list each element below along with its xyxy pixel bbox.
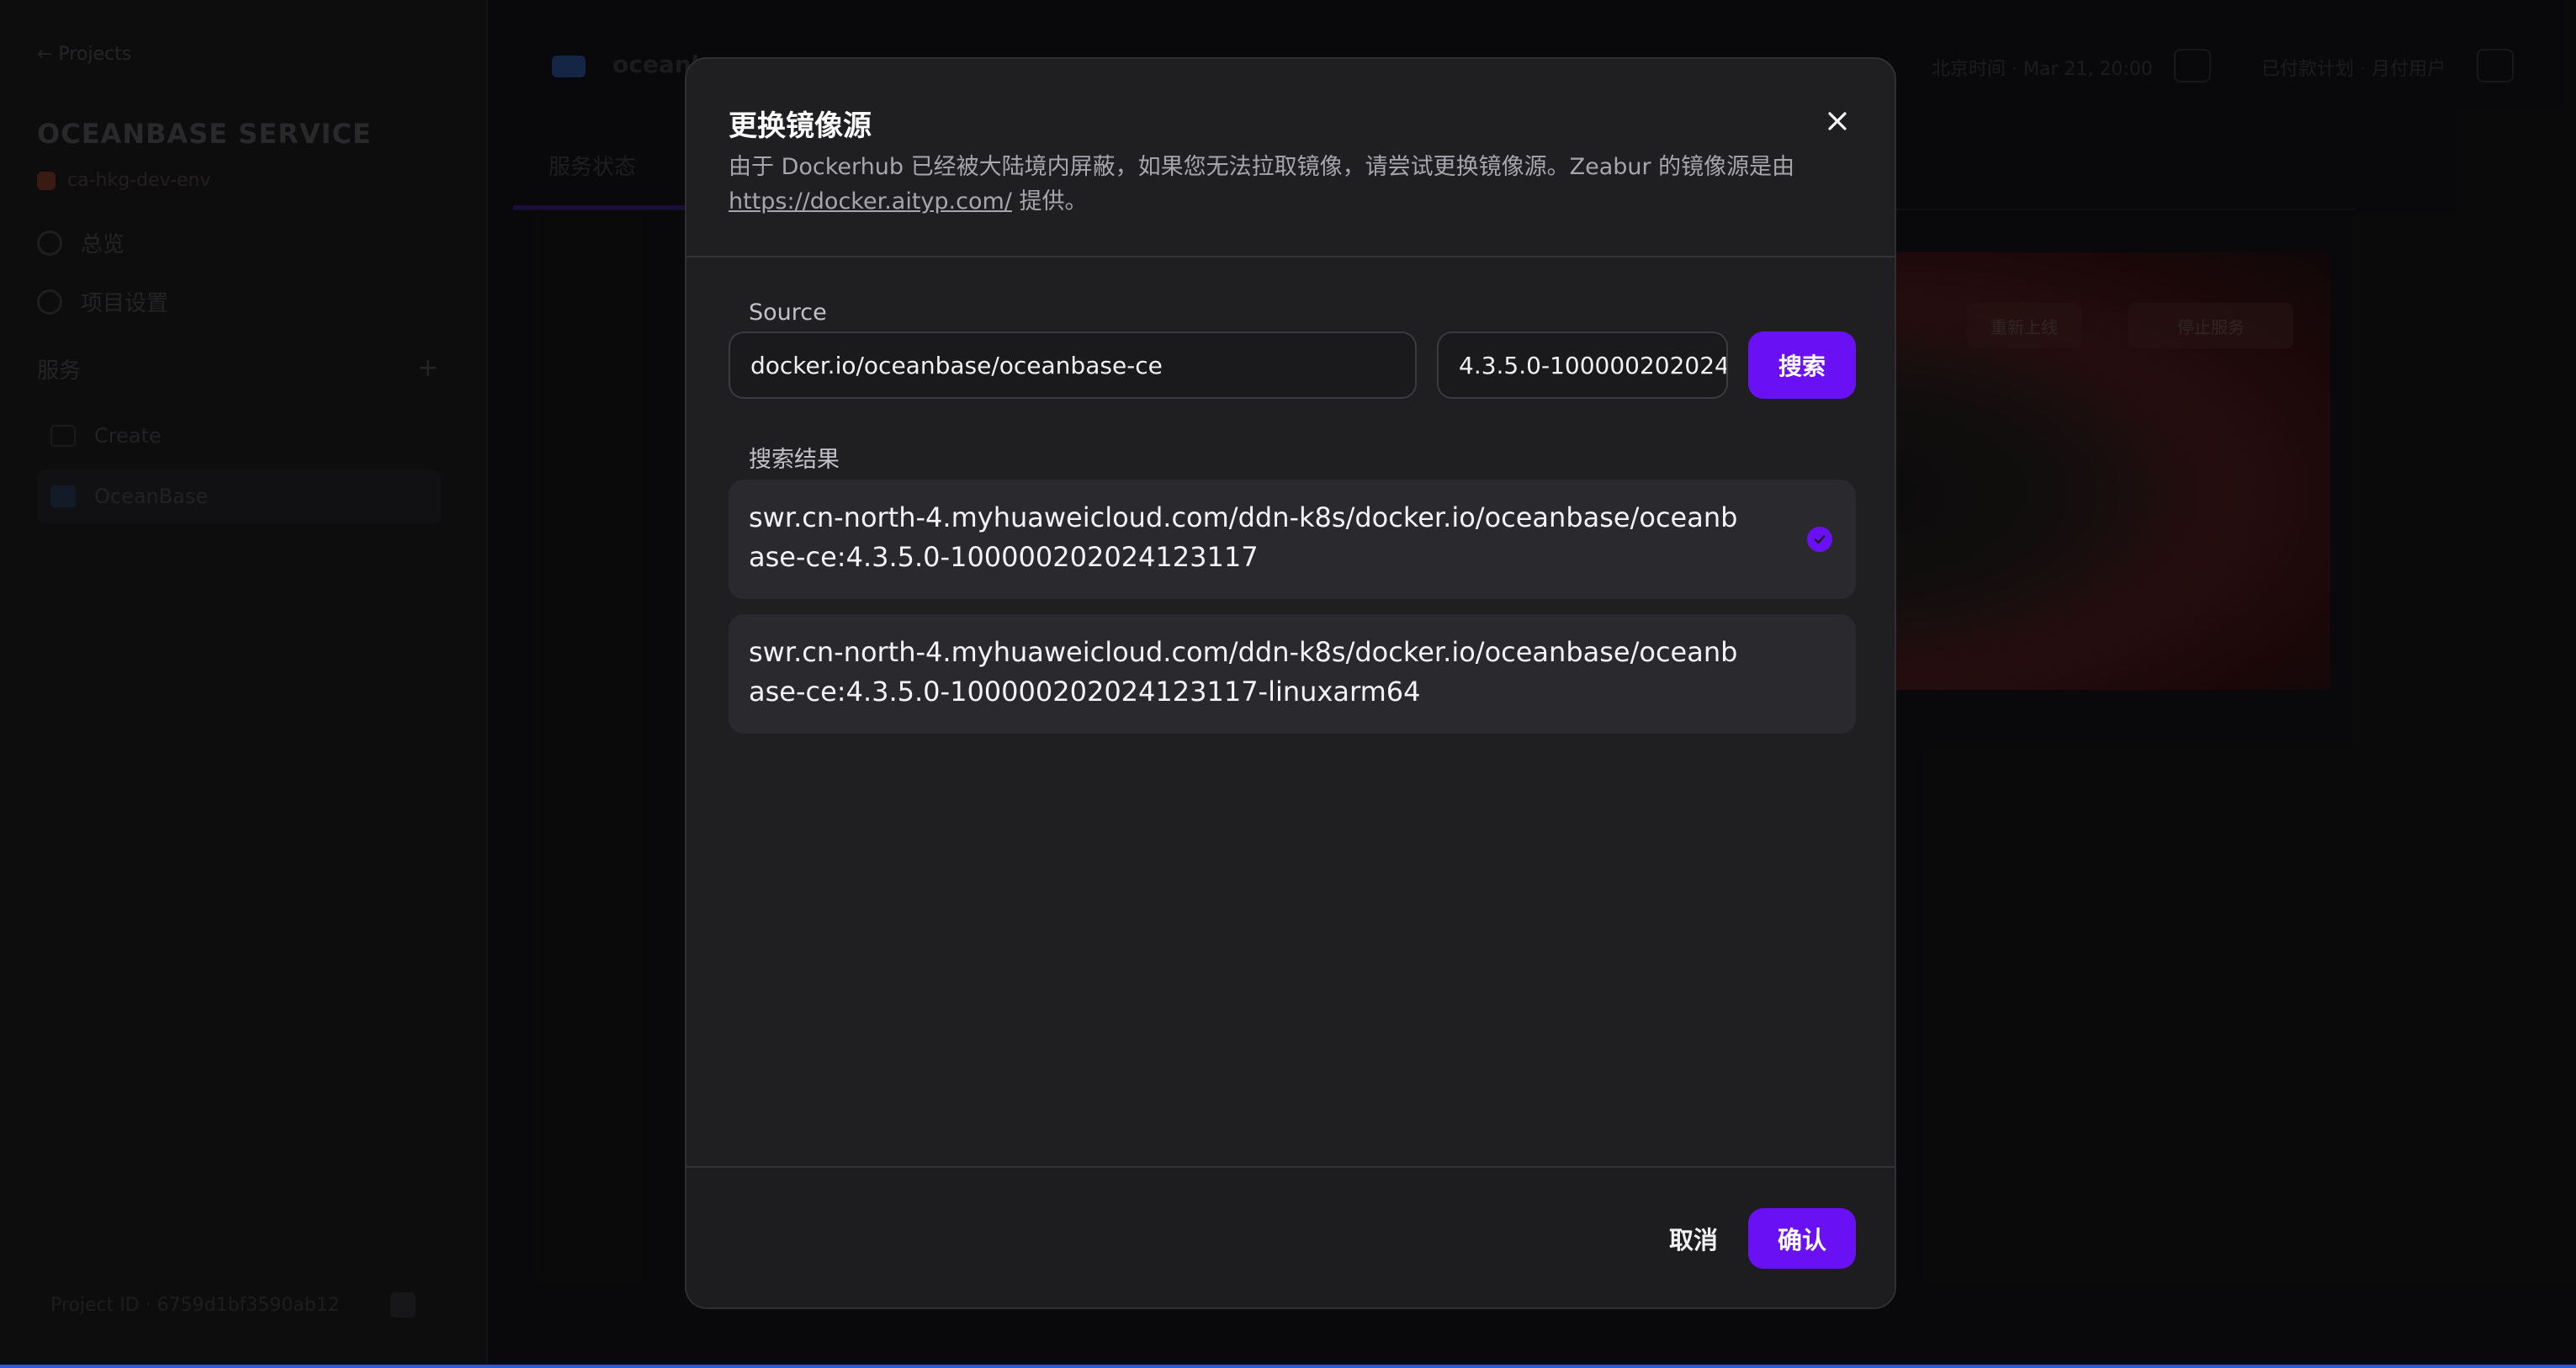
dialog-header: 更换镜像源 由于 Dockerhub 已经被大陆境内屏蔽，如果您无法拉取镜像，请… — [686, 59, 1895, 257]
window-bottom-border — [0, 1365, 2576, 1368]
change-mirror-dialog: 更换镜像源 由于 Dockerhub 已经被大陆境内屏蔽，如果您无法拉取镜像，请… — [685, 57, 1896, 1309]
description-suffix: 提供。 — [1011, 188, 1088, 215]
source-input[interactable]: docker.io/oceanbase/oceanbase-ce — [729, 331, 1417, 399]
close-button[interactable] — [1819, 103, 1856, 140]
search-button[interactable]: 搜索 — [1748, 331, 1856, 399]
search-result-item[interactable]: swr.cn-north-4.myhuaweicloud.com/ddn-k8s… — [729, 480, 1856, 599]
confirm-button[interactable]: 确认 — [1748, 1208, 1856, 1269]
tag-input[interactable]: 4.3.5.0-100000202024123117 — [1437, 331, 1728, 399]
cancel-button[interactable]: 取消 — [1647, 1208, 1740, 1269]
search-result-text: swr.cn-north-4.myhuaweicloud.com/ddn-k8s… — [749, 636, 1738, 708]
selected-check-icon — [1807, 527, 1832, 552]
search-result-text: swr.cn-north-4.myhuaweicloud.com/ddn-k8s… — [749, 501, 1738, 573]
mirror-provider-link[interactable]: https://docker.aityp.com/ — [729, 188, 1012, 215]
search-results-label: 搜索结果 — [749, 447, 840, 473]
source-label: Source — [749, 300, 827, 326]
dialog-description: 由于 Dockerhub 已经被大陆境内屏蔽，如果您无法拉取镜像，请尝试更换镜像… — [729, 150, 1839, 219]
search-result-item[interactable]: swr.cn-north-4.myhuaweicloud.com/ddn-k8s… — [729, 614, 1856, 734]
app-root: ← Projects OCEANBASE SERVICE ca-hkg-dev-… — [0, 0, 2576, 1368]
dialog-title: 更换镜像源 — [729, 109, 872, 143]
close-icon — [1828, 112, 1847, 130]
description-text: 由于 Dockerhub 已经被大陆境内屏蔽，如果您无法拉取镜像，请尝试更换镜像… — [729, 154, 1795, 180]
dialog-footer: 取消 确认 — [686, 1166, 1895, 1307]
